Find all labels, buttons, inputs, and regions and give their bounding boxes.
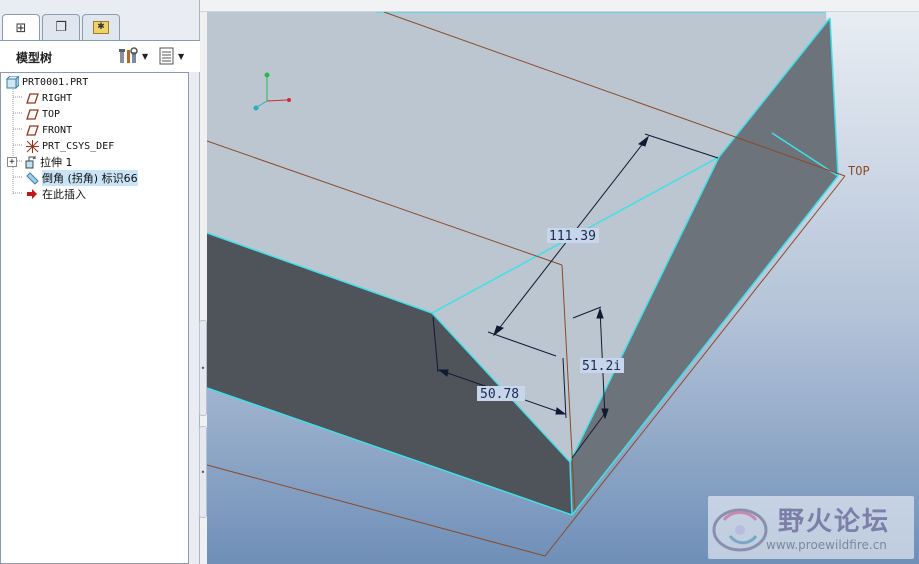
tree-item-label: 倒角 (拐角) 标识66 — [42, 170, 138, 186]
panel-resize-handle[interactable]: • — [199, 426, 207, 518]
watermark-title: 野火论坛 — [778, 507, 891, 537]
dimension-label-51-2[interactable]: 51.2i — [582, 359, 621, 374]
tree-item-label: TOP — [42, 108, 61, 120]
tree-item-csys[interactable]: PRT_CSYS_DEF — [25, 138, 114, 154]
datum-plane-icon — [25, 107, 39, 121]
coordinate-system-icon — [25, 139, 39, 153]
watermark-url: www.proewildfire.cn — [766, 538, 887, 552]
datum-label-top[interactable]: TOP — [848, 164, 870, 178]
dimension-label-111-39[interactable]: 111.39 — [549, 229, 596, 244]
tree-icon: ⊞ — [15, 20, 27, 36]
chevron-down-icon: ▼ — [178, 51, 185, 61]
tree-item-label: 拉伸 1 — [40, 156, 73, 169]
tree-item-top[interactable]: TOP — [25, 106, 60, 122]
extrude-icon — [23, 155, 37, 169]
tree-item-front[interactable]: FRONT — [25, 122, 72, 138]
tree-item-extrude[interactable]: + 拉伸 1 — [7, 154, 73, 170]
model-tree: PRT0001.PRT RIGHT TOP FRONT PRT_CSYS_DEF… — [0, 72, 189, 564]
datum-plane-icon — [25, 123, 39, 137]
settings-tools-icon — [119, 47, 138, 63]
part-icon — [5, 75, 19, 89]
show-list-icon — [159, 47, 174, 65]
tree-item-insert-here[interactable]: 在此插入 — [25, 186, 86, 202]
favorites-tab[interactable]: ✱ — [82, 14, 120, 40]
show-options-button[interactable]: ▼ — [158, 46, 192, 66]
navigator-panel: ⊞ ❐ ✱ 模型树 ▼ ▼ PRT0001.PRT RIGHT TOP FRON… — [0, 0, 200, 564]
tree-item-label: PRT_CSYS_DEF — [42, 140, 115, 152]
datum-plane-icon — [25, 91, 39, 105]
folder-star-icon: ✱ — [93, 21, 109, 34]
watermark-logo-icon — [712, 508, 768, 552]
layers-icon: ❐ — [55, 20, 67, 35]
model-tree-tab[interactable]: ⊞ — [2, 14, 40, 41]
tree-item-chamfer[interactable]: 倒角 (拐角) 标识66 — [25, 170, 138, 186]
layers-tab[interactable]: ❐ — [42, 14, 80, 40]
dimension-label-50-78[interactable]: 50.78 — [480, 387, 519, 402]
tree-item-part[interactable]: PRT0001.PRT — [5, 74, 88, 90]
chamfer-icon — [25, 171, 39, 185]
forum-watermark: 野火论坛 www.proewildfire.cn — [708, 496, 914, 559]
settings-tools-button[interactable]: ▼ — [118, 46, 152, 66]
model-tree-title: 模型树 — [16, 51, 53, 65]
graphics-viewport[interactable]: TOP 111.39 51.2i 50.78 — [207, 12, 919, 564]
navigator-tabbar: ⊞ ❐ ✱ — [0, 12, 200, 41]
chevron-down-icon: ▼ — [142, 51, 149, 61]
model-tree-header: 模型树 ▼ ▼ — [0, 40, 200, 72]
tree-item-label: FRONT — [42, 124, 73, 136]
insert-here-arrow-icon — [25, 187, 39, 201]
model-canvas[interactable]: TOP 111.39 51.2i 50.78 — [207, 12, 919, 564]
tree-item-label: 在此插入 — [42, 188, 86, 201]
expand-toggle[interactable]: + — [7, 157, 17, 167]
tree-item-label: PRT0001.PRT — [22, 76, 89, 88]
tree-item-right[interactable]: RIGHT — [25, 90, 72, 106]
panel-resize-handle[interactable]: • — [199, 320, 207, 416]
tree-item-label: RIGHT — [42, 92, 73, 104]
application-window: ⊞ ❐ ✱ 模型树 ▼ ▼ PRT0001.PRT RIGHT TOP FRON… — [0, 0, 919, 564]
